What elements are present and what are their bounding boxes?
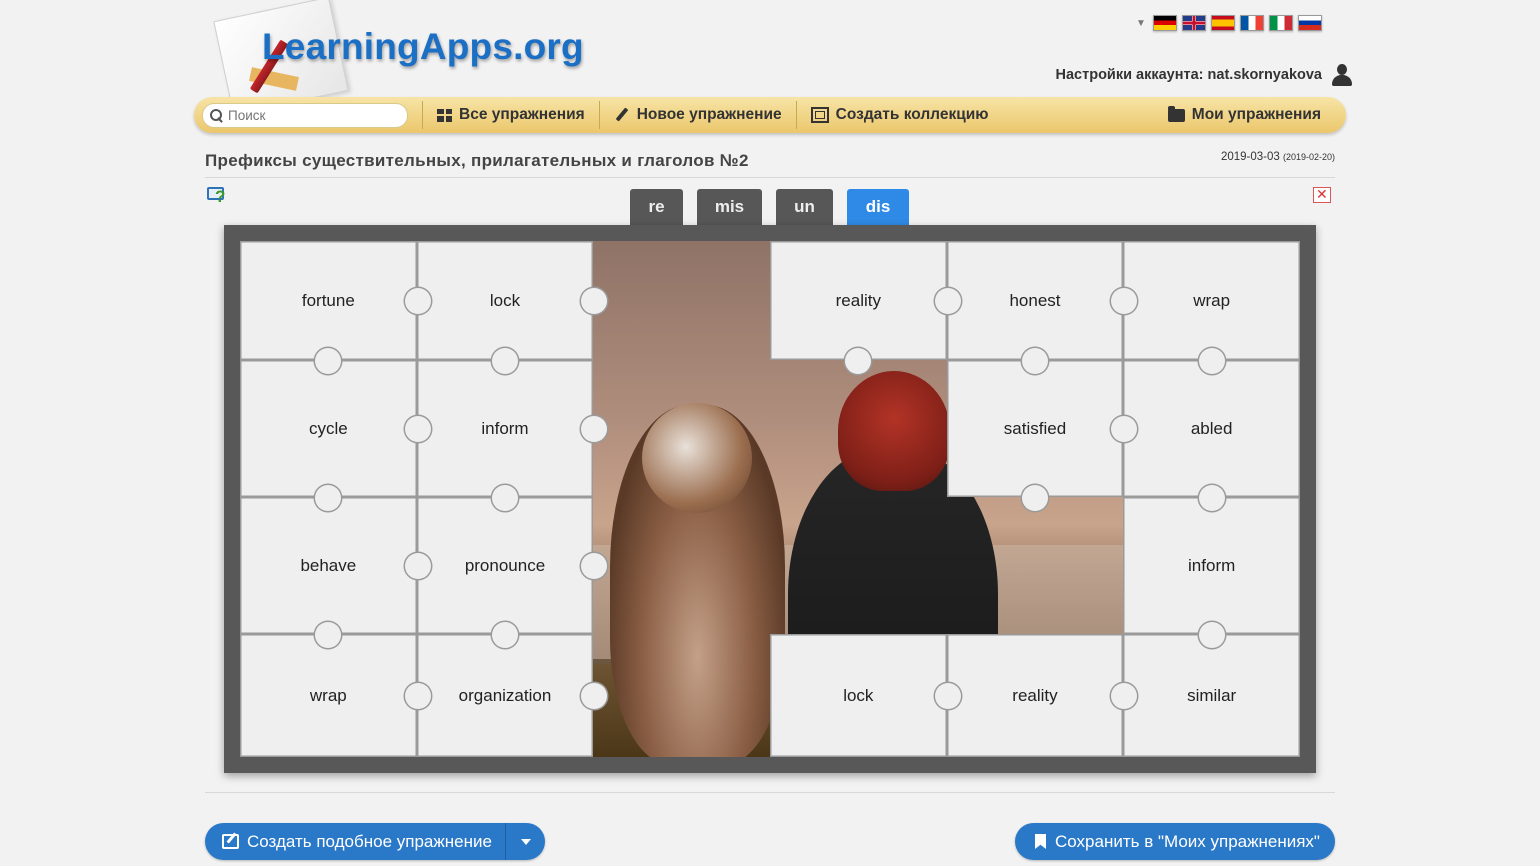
puzzle-piece[interactable]: wrap xyxy=(1123,241,1300,374)
puzzle-piece-word: cycle xyxy=(308,418,348,438)
search-icon xyxy=(210,108,223,122)
pencil-icon xyxy=(614,107,630,123)
fullscreen-icon[interactable] xyxy=(1313,186,1331,203)
page-date: 2019-03-03 (2019-02-20) xyxy=(1220,151,1335,163)
account-username: nat.skornyakova xyxy=(1207,67,1322,83)
nav-create-collection[interactable]: Создать коллекцию xyxy=(810,106,989,124)
save-to-my-exercises-button[interactable]: Сохранить в "Моих упражнениях" xyxy=(1015,823,1335,860)
caret-down-icon xyxy=(520,838,531,845)
puzzle-piece-word: satisfied xyxy=(1003,418,1067,438)
prefix-tabs: re mis un dis xyxy=(630,189,909,225)
puzzle-piece[interactable]: abled xyxy=(1123,360,1300,511)
puzzle-piece-word: abled xyxy=(1190,418,1233,438)
puzzle-piece-word: fortune xyxy=(301,290,355,310)
puzzle-piece-word: wrap xyxy=(1193,290,1231,310)
create-similar-label: Создать подобное упражнение xyxy=(247,831,492,851)
puzzle-piece-word: lock xyxy=(843,685,874,705)
puzzle-piece[interactable]: inform xyxy=(416,360,608,511)
flag-it-icon[interactable] xyxy=(1269,15,1293,31)
nav-my-exercises-label: Мои упражнения xyxy=(1191,106,1321,123)
nav-all-exercises[interactable]: Все упражнения xyxy=(437,106,585,124)
tab-prefix-dis[interactable]: dis xyxy=(847,189,909,225)
puzzle-piece-word: wrap xyxy=(309,685,347,705)
flag-ru-icon[interactable] xyxy=(1298,15,1322,31)
logo-text: LearningApps.org xyxy=(262,26,584,67)
page-date-created: (2019-02-20) xyxy=(1282,152,1335,162)
puzzle-piece-word: inform xyxy=(1188,555,1236,575)
nav-divider xyxy=(795,101,797,129)
nav-divider xyxy=(598,101,600,129)
nav-new-exercise-label: Новое упражнение xyxy=(636,106,782,123)
puzzle-piece[interactable]: reality xyxy=(946,634,1138,757)
save-to-my-exercises-label: Сохранить в "Моих упражнениях" xyxy=(1055,831,1320,851)
puzzle-piece[interactable]: lock xyxy=(416,241,608,374)
flag-de-icon[interactable] xyxy=(1153,15,1177,31)
nav-my-exercises[interactable]: Мои упражнения xyxy=(1167,105,1321,124)
logo[interactable]: LearningApps.org xyxy=(210,0,590,116)
main-nav: Все упражнения Новое упражнение Создать … xyxy=(194,97,1346,133)
nav-new-exercise[interactable]: Новое упражнение xyxy=(614,106,782,124)
puzzle-piece[interactable]: satisfied xyxy=(946,360,1138,511)
chevron-down-icon[interactable]: ▼ xyxy=(1136,18,1148,29)
puzzle-piece-word: pronounce xyxy=(464,555,546,575)
language-selector: ▼ xyxy=(1136,14,1322,32)
account-settings-link[interactable]: Настройки аккаунта: nat.skornyakova xyxy=(1056,64,1352,86)
tab-prefix-re[interactable]: re xyxy=(630,189,683,225)
bookmark-icon xyxy=(1035,834,1046,849)
puzzle-piece[interactable]: reality xyxy=(770,241,961,374)
puzzle-piece-word: reality xyxy=(1012,685,1058,705)
folder-open-icon xyxy=(1167,105,1185,122)
search-input[interactable] xyxy=(228,107,398,123)
nav-all-exercises-label: Все упражнения xyxy=(459,106,585,123)
puzzle-piece[interactable]: fortune xyxy=(240,241,431,374)
puzzle-piece[interactable]: lock xyxy=(770,634,961,757)
puzzle-piece[interactable]: similar xyxy=(1123,634,1300,757)
puzzle-piece[interactable]: pronounce xyxy=(416,497,608,648)
flag-es-icon[interactable] xyxy=(1211,15,1235,31)
help-icon[interactable]: ? xyxy=(207,186,229,208)
footer-divider xyxy=(205,792,1335,793)
tab-prefix-un[interactable]: un xyxy=(776,189,833,225)
tab-prefix-mis[interactable]: mis xyxy=(697,189,762,225)
puzzle-board: fortune lock reality honest wrap cycle inform s… xyxy=(224,225,1316,773)
puzzle-piece-word: lock xyxy=(489,290,521,310)
puzzle-piece-word: inform xyxy=(481,418,529,438)
search-box[interactable] xyxy=(202,102,408,128)
puzzle-area: fortune lock reality honest wrap cycle inform s… xyxy=(240,241,1300,757)
collection-icon xyxy=(810,107,829,123)
puzzle-piece-word: reality xyxy=(835,290,881,310)
title-divider xyxy=(205,177,1335,178)
puzzle-piece-word: similar xyxy=(1187,685,1237,705)
create-similar-button-group: Создать подобное упражнение xyxy=(205,823,545,860)
user-icon[interactable] xyxy=(1332,64,1352,86)
puzzle-piece[interactable]: wrap xyxy=(240,634,431,757)
puzzle-piece[interactable]: honest xyxy=(946,241,1138,374)
puzzle-piece-word: honest xyxy=(1009,290,1061,310)
edit-icon xyxy=(222,834,239,849)
puzzle-piece[interactable]: organization xyxy=(416,634,608,757)
grid-icon xyxy=(437,108,452,122)
puzzle-piece[interactable]: behave xyxy=(240,497,431,648)
puzzle-piece[interactable]: cycle xyxy=(240,360,431,511)
account-label: Настройки аккаунта: nat.skornyakova xyxy=(1055,67,1322,83)
flag-fr-icon[interactable] xyxy=(1240,15,1264,31)
nav-divider xyxy=(422,101,423,129)
puzzle-piece[interactable]: inform xyxy=(1123,497,1300,648)
create-similar-dropdown[interactable] xyxy=(505,823,545,860)
puzzle-piece-word: organization xyxy=(458,685,552,705)
nav-create-collection-label: Создать коллекцию xyxy=(835,106,989,123)
puzzle-piece-word: behave xyxy=(300,555,357,575)
flag-gb-icon[interactable] xyxy=(1182,15,1206,31)
page-title: Префиксы существительных, прилагательных… xyxy=(205,151,749,170)
create-similar-button[interactable]: Создать подобное упражнение xyxy=(205,823,505,860)
